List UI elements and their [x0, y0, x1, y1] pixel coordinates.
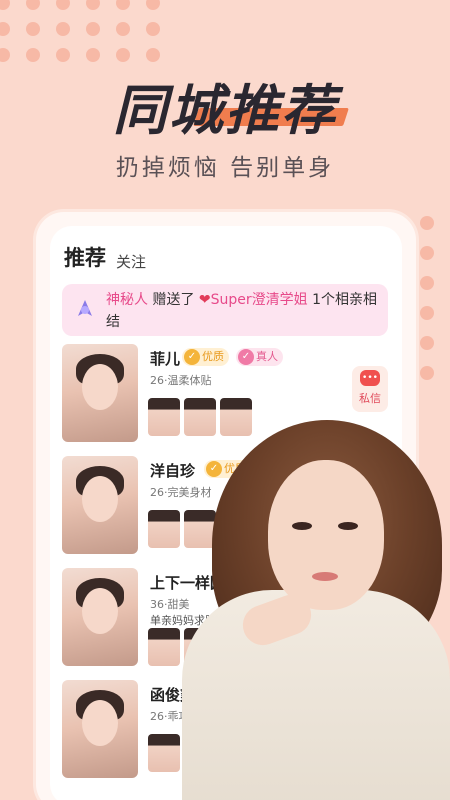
avatar[interactable] — [62, 680, 138, 778]
photo-thumbnails — [148, 734, 180, 772]
chat-bubble-icon: ••• — [360, 370, 380, 386]
heart-icon: ❤ — [198, 292, 211, 308]
avatar[interactable] — [62, 456, 138, 554]
shield-icon: ✓ — [238, 349, 254, 365]
photo-thumbnail[interactable] — [148, 628, 180, 666]
profile-name: 菲儿 — [150, 350, 181, 368]
photo-thumbnail[interactable] — [148, 734, 180, 772]
gift-verb: 赠送了 — [152, 292, 195, 308]
message-button[interactable]: ••• 私信 — [352, 366, 388, 412]
gift-sender[interactable]: 神秘人 — [106, 292, 148, 308]
photo-thumbnail[interactable] — [148, 510, 180, 548]
page-subtitle: 扔掉烦恼 告别单身 — [115, 155, 335, 181]
gift-banner: 神秘人 赠送了 ❤Super澄清学姐 1个相亲相结 — [62, 284, 388, 336]
profile-age-tag: 26·温柔体贴 — [150, 374, 212, 387]
verified-badge: ✓ 真人 — [236, 348, 283, 366]
quality-badge: ✓优质 — [182, 348, 229, 366]
avatar[interactable] — [62, 344, 138, 442]
photo-thumbnail[interactable] — [148, 398, 180, 436]
tab-bar: 推荐 关注 — [64, 242, 146, 274]
tab-follow[interactable]: 关注 — [116, 251, 146, 272]
gift-bow-icon — [78, 300, 92, 316]
message-button-label: 私信 — [359, 392, 381, 405]
promo-model-photo — [182, 420, 450, 800]
tab-recommend[interactable]: 推荐 — [64, 242, 106, 274]
page-title: 同城推荐 — [113, 79, 337, 142]
check-icon: ✓ — [184, 349, 200, 365]
gift-recipient[interactable]: Super澄清学姐 — [211, 292, 308, 308]
avatar[interactable] — [62, 568, 138, 666]
